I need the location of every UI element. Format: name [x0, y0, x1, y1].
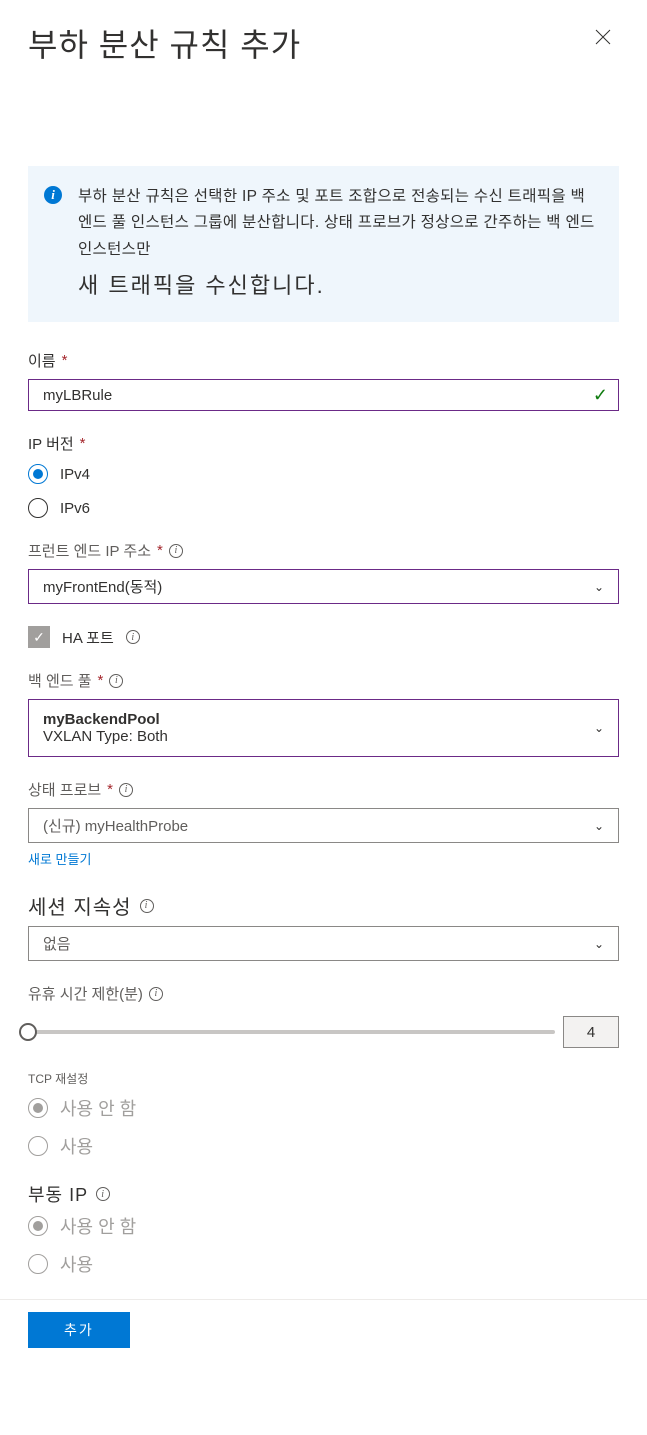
radio-icon: [28, 1098, 48, 1118]
help-icon[interactable]: i: [169, 544, 183, 558]
name-label: 이름 *: [28, 350, 619, 371]
slider-thumb[interactable]: [19, 1023, 37, 1041]
radio-icon: [28, 1254, 48, 1274]
close-icon: [595, 29, 611, 45]
radio-tcpreset-disabled: 사용 안 함: [28, 1095, 619, 1121]
radio-icon: [28, 1136, 48, 1156]
name-input[interactable]: myLBRule ✓: [28, 379, 619, 411]
backend-select[interactable]: myBackendPool VXLAN Type: Both ⌄: [28, 699, 619, 757]
help-icon[interactable]: i: [96, 1187, 110, 1201]
radio-floatingip-enabled: 사용: [28, 1251, 619, 1277]
tcpreset-label: TCP 재설정: [28, 1070, 619, 1087]
chevron-down-icon: ⌄: [594, 721, 604, 735]
create-new-link[interactable]: 새로 만들기: [28, 849, 91, 868]
probe-select[interactable]: (신규) myHealthProbe ⌄: [28, 808, 619, 843]
frontend-select[interactable]: myFrontEnd(동적) ⌄: [28, 569, 619, 604]
add-button[interactable]: 추가: [28, 1312, 130, 1348]
chevron-down-icon: ⌄: [594, 819, 604, 833]
radio-floatingip-disabled: 사용 안 함: [28, 1213, 619, 1239]
chevron-down-icon: ⌄: [594, 937, 604, 951]
frontend-label: 프런트 엔드 IP 주소 * i: [28, 540, 619, 561]
close-button[interactable]: [587, 20, 619, 56]
haports-checkbox[interactable]: ✓ HA 포트 i: [28, 626, 619, 648]
help-icon[interactable]: i: [149, 987, 163, 1001]
idle-value: 4: [563, 1016, 619, 1048]
radio-tcpreset-enabled: 사용: [28, 1133, 619, 1159]
help-icon[interactable]: i: [109, 674, 123, 688]
info-icon: i: [44, 186, 62, 204]
checkbox-icon: ✓: [28, 626, 50, 648]
idle-label: 유휴 시간 제한(분) i: [28, 983, 619, 1004]
session-label: 세션 지속성 i: [28, 891, 619, 920]
radio-icon: [28, 464, 48, 484]
help-icon[interactable]: i: [119, 783, 133, 797]
chevron-down-icon: ⌄: [594, 580, 604, 594]
radio-icon: [28, 498, 48, 518]
help-icon[interactable]: i: [140, 899, 154, 913]
radio-ipv4[interactable]: IPv4: [28, 464, 619, 484]
session-select[interactable]: 없음 ⌄: [28, 926, 619, 961]
radio-icon: [28, 1216, 48, 1236]
check-icon: ✓: [593, 385, 608, 406]
ipversion-label: IP 버전 *: [28, 433, 619, 454]
help-icon[interactable]: i: [126, 630, 140, 644]
page-title: 부하 분산 규칙 추가: [28, 20, 301, 66]
backend-label: 백 엔드 풀 * i: [28, 670, 619, 691]
floatingip-label: 부동 IP i: [28, 1181, 619, 1207]
info-banner: i 부하 분산 규칙은 선택한 IP 주소 및 포트 조합으로 전송되는 수신 …: [28, 166, 619, 322]
idle-slider[interactable]: [28, 1030, 555, 1034]
radio-ipv6[interactable]: IPv6: [28, 498, 619, 518]
info-text: 부하 분산 규칙은 선택한 IP 주소 및 포트 조합으로 전송되는 수신 트래…: [78, 184, 599, 304]
probe-label: 상태 프로브 * i: [28, 779, 619, 800]
